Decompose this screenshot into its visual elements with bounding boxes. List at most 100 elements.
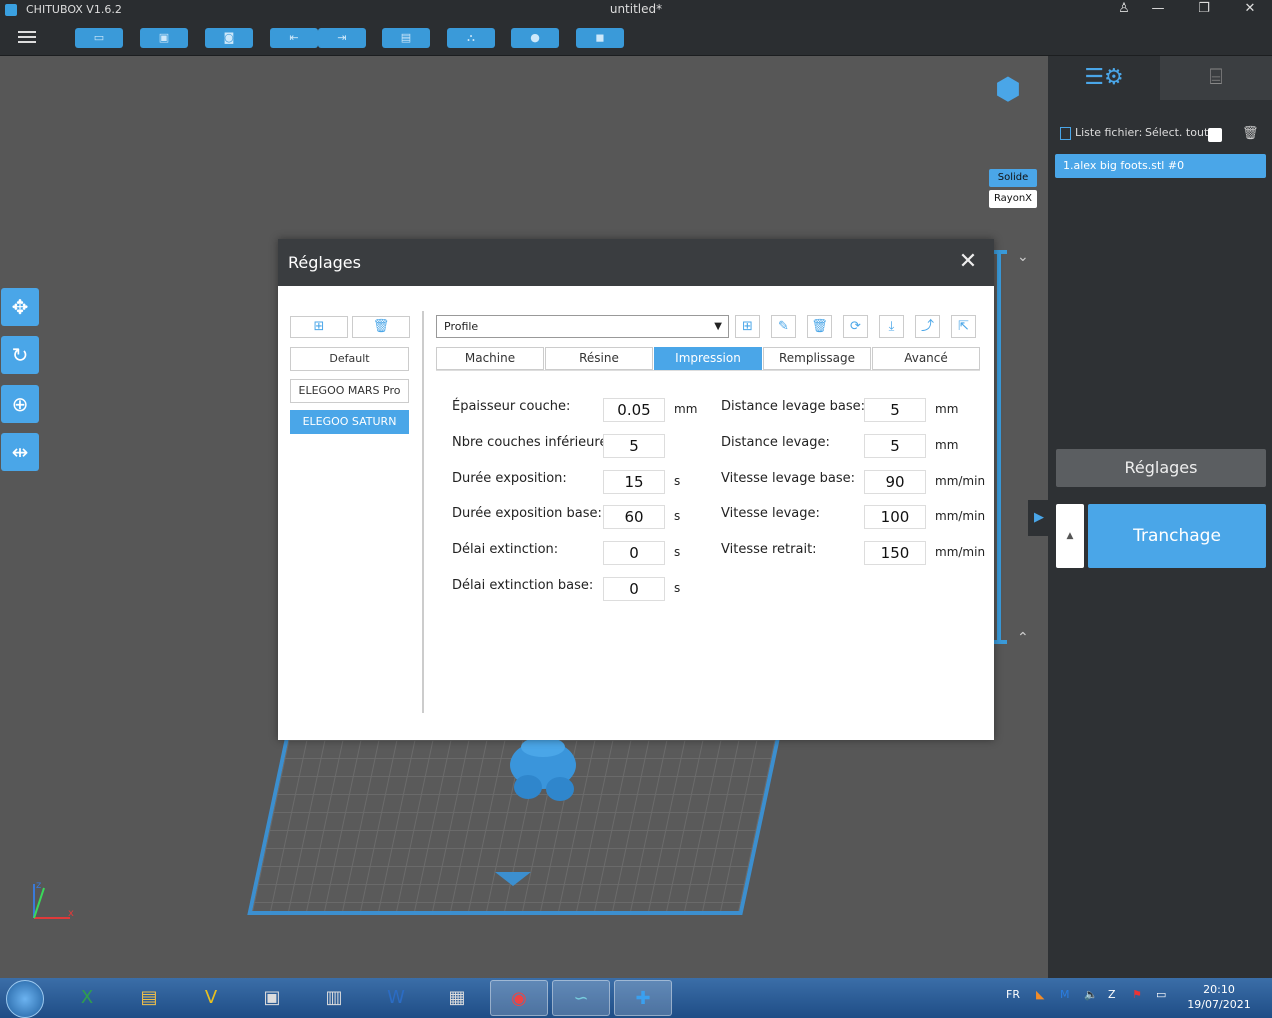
chevron-up-icon[interactable]: ⌃ <box>1017 630 1029 646</box>
select-all-checkbox[interactable] <box>1208 128 1222 142</box>
model-3d[interactable] <box>498 735 588 803</box>
move-icon[interactable]: ✥ <box>1 288 39 326</box>
solid-mode-button[interactable]: Solide <box>989 169 1037 187</box>
language-indicator[interactable]: FR <box>1006 988 1020 1001</box>
tab-divider <box>436 370 980 371</box>
user-icon[interactable]: ♙ <box>1106 0 1142 20</box>
profile-item[interactable]: ELEGOO MARS Pro <box>290 379 409 403</box>
field-input[interactable]: 150 <box>864 541 926 566</box>
field-unit: mm <box>674 402 698 416</box>
trash-icon[interactable]: 🗑 <box>1242 126 1259 141</box>
field-label: Distance levage base: <box>721 399 865 414</box>
view-cube-icon[interactable]: ⬢ <box>986 72 1030 122</box>
vectorworks-icon[interactable]: V <box>182 980 240 1016</box>
minimize-icon[interactable]: — <box>1140 0 1176 20</box>
chrome-icon[interactable]: ◉ <box>490 980 548 1016</box>
collapse-panel-arrow-icon[interactable]: ▶ <box>1028 500 1050 536</box>
add-profile-icon[interactable]: ⊞ <box>290 316 348 338</box>
settings-dialog: Réglages ✕ ⊞ 🗑 Default ELEGOO MARS Pro ELE… <box>278 239 994 740</box>
save-icon: ▣ <box>158 31 170 44</box>
start-button[interactable] <box>6 980 44 1018</box>
field-unit: mm/min <box>935 509 986 524</box>
restore-icon[interactable]: ❐ <box>1186 0 1222 20</box>
save-button[interactable]: ▣ <box>140 28 188 48</box>
axis-gizmo-icon: x z <box>33 880 74 919</box>
avast-icon[interactable]: ◣ <box>1036 988 1044 1001</box>
chevron-down-icon[interactable]: ⌄ <box>1017 249 1029 265</box>
field-label: Délai extinction base: <box>452 578 594 593</box>
new-profile-icon[interactable]: ⊞ <box>735 315 760 338</box>
supports-tab-icon[interactable]: ⌸ <box>1160 56 1272 100</box>
app-blue-icon[interactable]: ✚ <box>614 980 672 1016</box>
chitubox-icon[interactable]: ∽ <box>552 980 610 1016</box>
field-input[interactable]: 0 <box>603 577 665 601</box>
tab-impression[interactable]: Impression <box>654 347 762 370</box>
app-icon[interactable]: ▣ <box>243 980 301 1016</box>
zotero-icon[interactable]: Z <box>1108 988 1116 1001</box>
file-list-item[interactable]: 1.alex big foots.stl #0 <box>1055 154 1266 178</box>
excel-icon[interactable]: X <box>58 980 116 1016</box>
open-file-button[interactable]: ▭ <box>75 28 123 48</box>
clock[interactable]: 20:10 19/07/2021 <box>1184 982 1254 1012</box>
field-input[interactable]: 100 <box>864 505 926 530</box>
taskbar: X ▤ V ▣ ▥ W ▦ ◉ ∽ ✚ FR ◣ M 🔈 Z ⚑ ▭ 20:10 19/07/20… <box>0 978 1272 1018</box>
import-icon[interactable]: ⤓ <box>879 315 904 338</box>
export-all-icon[interactable]: ⇱ <box>951 315 976 338</box>
undo-icon: ⇤ <box>289 31 299 44</box>
malwarebytes-icon[interactable]: M <box>1060 988 1070 1001</box>
undo-button[interactable]: ⇤ <box>270 28 318 48</box>
notes-icon[interactable]: ▥ <box>305 980 363 1016</box>
field-unit: s <box>674 473 681 488</box>
field-input[interactable]: 5 <box>864 398 926 422</box>
word-icon[interactable]: W <box>367 980 425 1016</box>
field-input[interactable]: 60 <box>603 505 665 530</box>
layer-slider[interactable] <box>991 250 1007 644</box>
delete-icon[interactable]: 🗑 <box>807 315 832 338</box>
tab-machine[interactable]: Machine <box>436 347 544 370</box>
action-center-icon[interactable]: ⚑ <box>1132 988 1142 1001</box>
field-input[interactable]: 5 <box>864 433 926 458</box>
explorer-icon[interactable]: ▤ <box>120 980 178 1016</box>
field-input[interactable]: 0 <box>603 541 665 566</box>
field-label: Délai extinction: <box>452 542 559 558</box>
network-icon[interactable]: ▭ <box>1156 988 1166 1001</box>
field-unit: mm/min <box>935 473 986 488</box>
scale-icon[interactable]: ⊕ <box>1 385 39 423</box>
support-button[interactable]: ⛬ <box>447 28 495 48</box>
mirror-icon[interactable]: ⇹ <box>1 433 39 471</box>
slice-options-button[interactable]: ▲ <box>1056 504 1084 568</box>
screenshot-button[interactable]: ◙ <box>205 28 253 48</box>
settings-tab-icon[interactable]: ☰⚙ <box>1048 56 1160 100</box>
delete-profile-icon[interactable]: 🗑 <box>352 316 410 338</box>
field-unit: s <box>674 509 681 524</box>
slice-button[interactable]: Tranchage <box>1088 504 1266 568</box>
calculator-icon[interactable]: ▦ <box>428 980 486 1016</box>
profile-item[interactable]: ELEGOO SATURN <box>290 410 409 434</box>
profile-select[interactable]: Profile ▼ <box>436 315 729 338</box>
hamburger-icon[interactable] <box>14 28 40 48</box>
tab-avance[interactable]: Avancé <box>872 347 980 370</box>
settings-button[interactable]: Réglages <box>1056 449 1266 487</box>
layout-button[interactable]: ▤ <box>382 28 430 48</box>
tab-resine[interactable]: Résine <box>545 347 653 370</box>
main-toolbar: ▭ ▣ ◙ ⇤ ⇥ ▤ ⛬ ● ◼ <box>0 20 1272 56</box>
rotate-icon[interactable]: ↻ <box>1 336 39 374</box>
redo-button[interactable]: ⇥ <box>318 28 366 48</box>
dialog-header: Réglages ✕ <box>278 239 994 286</box>
hollow-button[interactable]: ● <box>511 28 559 48</box>
tab-remplissage[interactable]: Remplissage <box>763 347 871 370</box>
clock-date: 19/07/2021 <box>1187 998 1251 1011</box>
field-input[interactable]: 5 <box>603 433 665 458</box>
profile-item[interactable]: Default <box>290 347 409 371</box>
field-input[interactable]: 0.05 <box>603 398 665 422</box>
field-input[interactable]: 90 <box>864 469 926 494</box>
edit-icon[interactable]: ✎ <box>771 315 796 338</box>
refresh-icon[interactable]: ⟳ <box>843 315 868 338</box>
volume-icon[interactable]: 🔈 <box>1084 988 1098 1001</box>
close-icon[interactable]: ✕ <box>1232 0 1268 20</box>
close-icon[interactable]: ✕ <box>954 248 982 276</box>
export-icon[interactable]: ⤴ <box>915 315 940 338</box>
settings-button[interactable]: ◼ <box>576 28 624 48</box>
xray-mode-button[interactable]: RayonX <box>989 190 1037 208</box>
field-input[interactable]: 15 <box>603 469 665 494</box>
